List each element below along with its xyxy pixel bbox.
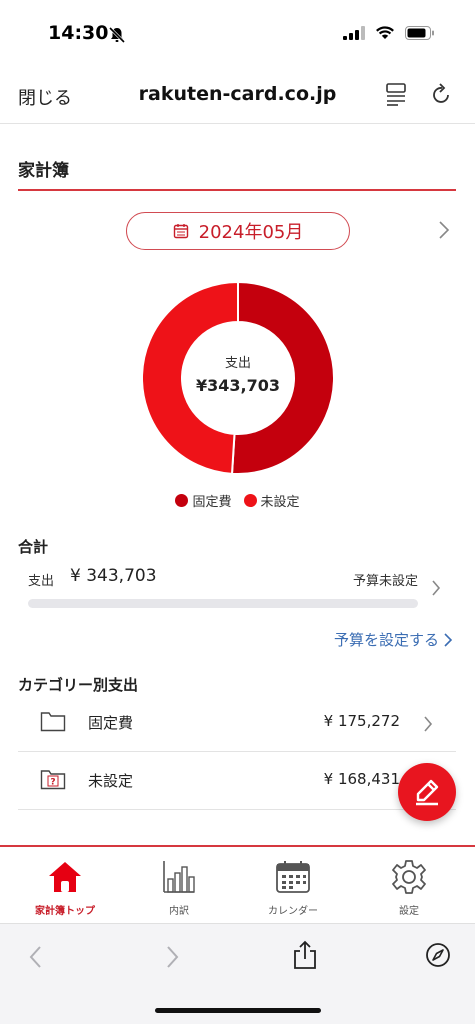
share-icon[interactable] — [292, 940, 318, 970]
status-bar: 14:30 — [0, 0, 475, 64]
category-amount: ¥ 168,431 — [323, 770, 400, 788]
category-row-fixed[interactable]: 固定費 ¥ 175,272 — [18, 694, 456, 752]
tab-settings[interactable]: 設定 — [350, 859, 468, 917]
tab-breakdown[interactable]: 内訳 — [120, 859, 238, 917]
category-heading: カテゴリー別支出 — [18, 676, 139, 694]
category-name: 固定費 — [88, 714, 134, 732]
bar-chart-icon — [163, 861, 195, 893]
total-row[interactable]: 支出 ¥ 343,703 予算未設定 — [28, 566, 448, 596]
bottom-tab-bar: 家計簿トップ 内訳 カレンダー 設定 — [0, 845, 475, 923]
reload-icon[interactable] — [431, 82, 453, 106]
tab-calendar[interactable]: カレンダー — [234, 859, 352, 917]
chevron-right-icon — [432, 580, 441, 596]
tab-household-top[interactable]: 家計簿トップ — [6, 859, 124, 917]
status-icons — [343, 26, 435, 40]
legend-dot — [243, 494, 257, 507]
total-heading: 合計 — [18, 538, 49, 556]
set-budget-label: 予算を設定する — [333, 631, 439, 649]
forward-icon[interactable] — [162, 944, 182, 970]
signal-icon — [343, 26, 365, 40]
calendar-icon — [173, 224, 188, 239]
legend-dot — [175, 494, 189, 507]
category-amount: ¥ 175,272 — [323, 712, 400, 730]
pencil-icon — [416, 779, 439, 806]
chevron-right-icon — [424, 716, 433, 732]
total-label: 支出 — [28, 574, 55, 589]
legend-label: 未設定 — [260, 495, 300, 510]
tab-label: カレンダー — [268, 906, 318, 917]
legend-item-fixed: 固定費 — [175, 491, 232, 510]
category-name: 未設定 — [88, 772, 134, 790]
legend-label: 固定費 — [192, 495, 232, 510]
bell-muted-icon — [108, 26, 126, 44]
folder-icon — [40, 712, 66, 732]
battery-icon — [405, 26, 434, 40]
status-time: 14:30 — [48, 22, 109, 44]
set-budget-link[interactable]: 予算を設定する — [334, 629, 453, 650]
compass-icon[interactable] — [425, 942, 451, 968]
page-title: 家計簿 — [18, 161, 69, 181]
month-label: 2024年05月 — [198, 222, 304, 243]
next-month-chevron-icon[interactable] — [437, 218, 451, 242]
category-row-unset[interactable]: ? 未設定 ¥ 168,431 — [18, 752, 456, 810]
tab-label: 内訳 — [169, 906, 189, 917]
gear-icon — [392, 860, 426, 894]
budget-status: 予算未設定 — [352, 574, 418, 589]
folder-question-icon: ? — [40, 770, 66, 790]
wifi-icon — [376, 26, 394, 39]
reader-view-icon[interactable] — [386, 82, 406, 106]
chart-legend: 固定費 未設定 — [0, 491, 475, 510]
browser-header: 閉じる rakuten-card.co.jp — [0, 64, 475, 124]
legend-item-unset: 未設定 — [243, 491, 300, 510]
total-value: ¥ 343,703 — [70, 566, 157, 586]
tab-label: 家計簿トップ — [35, 906, 95, 917]
donut-center-value: ¥343,703 — [195, 376, 280, 395]
calendar-icon — [276, 861, 310, 893]
home-icon — [49, 862, 81, 892]
add-entry-button[interactable] — [398, 763, 456, 821]
home-indicator — [155, 1008, 321, 1013]
title-divider — [18, 189, 456, 191]
svg-text:?: ? — [50, 778, 55, 788]
tab-label: 設定 — [399, 906, 419, 917]
budget-progress-bar — [28, 599, 418, 608]
donut-center-label: 支出 — [224, 356, 251, 371]
chevron-right-icon — [444, 632, 453, 647]
back-icon[interactable] — [26, 944, 46, 970]
month-selector[interactable]: 2024年05月 — [126, 212, 350, 250]
